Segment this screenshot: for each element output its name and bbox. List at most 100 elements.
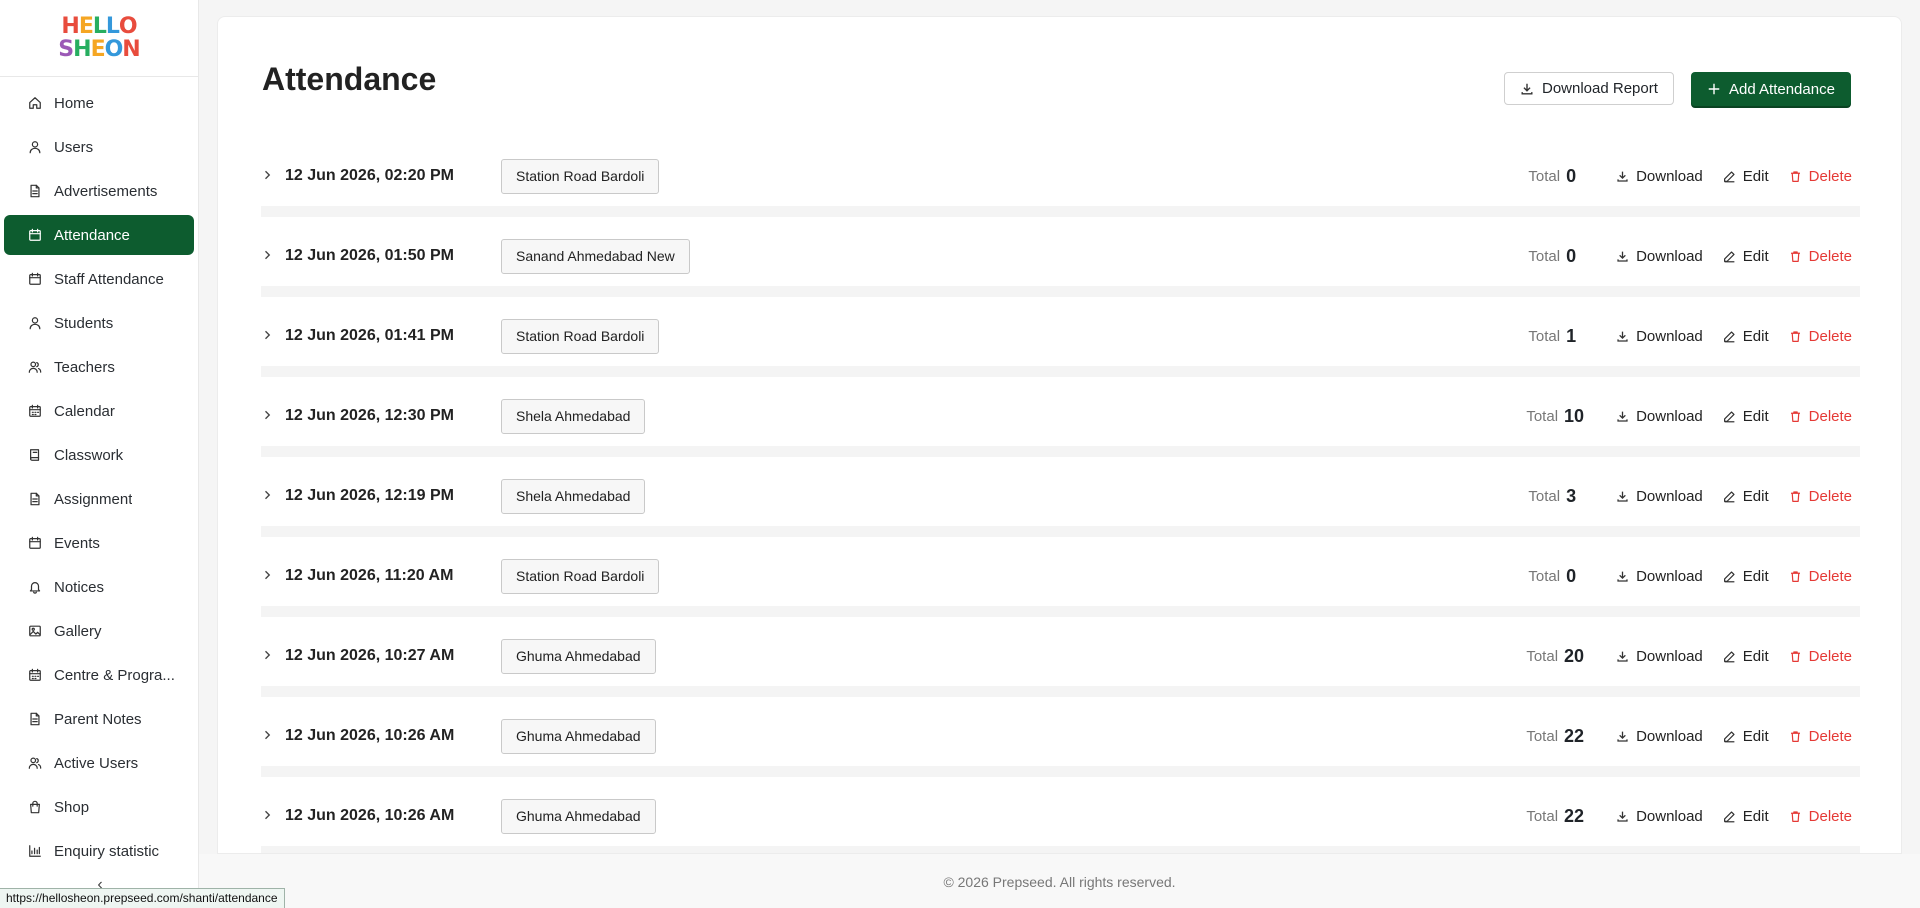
sidebar-item-notices[interactable]: Notices [4,567,194,607]
chevron-right-icon[interactable] [261,169,275,183]
delete-button[interactable]: Delete [1789,408,1852,425]
attendance-row: 12 Jun 2026, 10:27 AM Ghuma Ahmedabad Tota… [261,626,1860,706]
row-actions: Total 22 Download Edit Delete [1526,726,1860,747]
sidebar-item-centre-progra[interactable]: Centre & Progra... [4,655,194,695]
sidebar-item-teachers[interactable]: Teachers [4,347,194,387]
edit-button[interactable]: Edit [1723,408,1769,425]
row-actions: Total 10 Download Edit Delete [1526,406,1860,427]
edit-button[interactable]: Edit [1723,248,1769,265]
attendance-row-header[interactable]: 12 Jun 2026, 01:50 PM Sanand Ahmedabad Ne… [261,226,1860,286]
attendance-datetime: 12 Jun 2026, 01:50 PM [285,247,454,264]
edit-label: Edit [1742,407,1769,425]
edit-button[interactable]: Edit [1723,648,1769,665]
edit-button[interactable]: Edit [1723,488,1769,505]
attendance-row-header[interactable]: 12 Jun 2026, 10:26 AM Ghuma Ahmedabad Tota… [261,786,1860,846]
download-label: Download [1636,487,1703,505]
chevron-right-icon[interactable] [261,409,275,423]
delete-button[interactable]: Delete [1789,248,1852,265]
attendance-row-header[interactable]: 12 Jun 2026, 10:27 AM Ghuma Ahmedabad Tota… [261,626,1860,686]
sidebar-item-enquiry-statistic[interactable]: Enquiry statistic [4,831,194,871]
edit-button[interactable]: Edit [1723,168,1769,185]
row-divider [261,526,1860,537]
delete-button[interactable]: Delete [1789,728,1852,745]
delete-button[interactable]: Delete [1789,168,1852,185]
delete-button[interactable]: Delete [1789,568,1852,585]
download-button[interactable]: Download [1616,568,1703,585]
edit-button[interactable]: Edit [1723,728,1769,745]
edit-button[interactable]: Edit [1723,568,1769,585]
sidebar-item-parent-notes[interactable]: Parent Notes [4,699,194,739]
centre-badge: Sanand Ahmedabad New [501,238,690,274]
row-divider [261,606,1860,617]
total-count: 3 [1566,485,1577,506]
download-button[interactable]: Download [1616,728,1703,745]
attendance-row-header[interactable]: 12 Jun 2026, 01:41 PM Station Road Bardol… [261,306,1860,366]
download-report-button[interactable]: Download Report [1504,72,1674,105]
row-divider [261,286,1860,297]
chevron-right-icon[interactable] [261,729,275,743]
attendance-list: 12 Jun 2026, 02:20 PM Station Road Bardol… [261,146,1860,853]
sidebar-item-label: Classwork [54,446,124,464]
sidebar-item-gallery[interactable]: Gallery [4,611,194,651]
download-button[interactable]: Download [1616,328,1703,345]
chevron-right-icon[interactable] [261,329,275,343]
plus-icon [1707,82,1721,96]
download-button[interactable]: Download [1616,808,1703,825]
download-label: Download [1636,167,1703,185]
download-label: Download [1636,407,1703,425]
row-divider [261,846,1860,853]
download-button[interactable]: Download [1616,248,1703,265]
attendance-row: 12 Jun 2026, 12:19 PM Shela Ahmedabad Tota… [261,466,1860,546]
attendance-row-header[interactable]: 12 Jun 2026, 02:20 PM Station Road Bardol… [261,146,1860,206]
centre-badge: Ghuma Ahmedabad [501,798,656,834]
trash-icon [1789,570,1802,583]
sidebar-item-calendar[interactable]: Calendar [4,391,194,431]
attendance-row-header[interactable]: 12 Jun 2026, 12:19 PM Shela Ahmedabad Tota… [261,466,1860,526]
delete-button[interactable]: Delete [1789,648,1852,665]
hello-sheon-logo: HELLO SHEON [58,15,140,61]
attendance-datetime: 12 Jun 2026, 12:30 PM [285,407,454,424]
edit-button[interactable]: Edit [1723,328,1769,345]
sidebar-item-staff-attendance[interactable]: Staff Attendance [4,259,194,299]
sidebar-item-users[interactable]: Users [4,127,194,167]
download-button[interactable]: Download [1616,168,1703,185]
sidebar-item-active-users[interactable]: Active Users [4,743,194,783]
delete-button[interactable]: Delete [1789,328,1852,345]
chevron-right-icon[interactable] [261,649,275,663]
download-icon [1616,730,1629,743]
pencil-icon [1723,730,1736,743]
chevron-right-icon[interactable] [261,809,275,823]
centre-badge: Station Road Bardoli [501,318,660,354]
download-button[interactable]: Download [1616,648,1703,665]
attendance-row-header[interactable]: 12 Jun 2026, 11:20 AM Station Road Bardol… [261,546,1860,606]
logo-area[interactable]: HELLO SHEON [0,0,198,77]
sidebar-item-classwork[interactable]: Classwork [4,435,194,475]
edit-button[interactable]: Edit [1723,808,1769,825]
sidebar-item-assignment[interactable]: Assignment [4,479,194,519]
add-attendance-button[interactable]: Add Attendance [1691,72,1851,106]
download-button[interactable]: Download [1616,408,1703,425]
sidebar-item-home[interactable]: Home [4,83,194,123]
chevron-right-icon[interactable] [261,489,275,503]
total-label: Total [1528,327,1561,345]
download-label: Download [1636,327,1703,345]
download-icon [1616,170,1629,183]
attendance-row: 12 Jun 2026, 12:30 PM Shela Ahmedabad Tota… [261,386,1860,466]
sidebar-item-shop[interactable]: Shop [4,787,194,827]
row-actions: Total 3 Download Edit Delete [1528,486,1860,507]
sidebar-item-label: Assignment [54,490,133,508]
sidebar-item-advertisements[interactable]: Advertisements [4,171,194,211]
sidebar-item-students[interactable]: Students [4,303,194,343]
delete-button[interactable]: Delete [1789,488,1852,505]
attendance-row-header[interactable]: 12 Jun 2026, 10:26 AM Ghuma Ahmedabad Tota… [261,706,1860,766]
sidebar-item-events[interactable]: Events [4,523,194,563]
sidebar-item-attendance[interactable]: Attendance [4,215,194,255]
delete-button[interactable]: Delete [1789,808,1852,825]
chevron-right-icon[interactable] [261,249,275,263]
download-button[interactable]: Download [1616,488,1703,505]
row-divider [261,206,1860,217]
total-count: 1 [1566,325,1577,346]
attendance-row-header[interactable]: 12 Jun 2026, 12:30 PM Shela Ahmedabad Tota… [261,386,1860,446]
chevron-right-icon[interactable] [261,569,275,583]
main-content: Attendance Download Report Add Attendanc… [217,16,1902,854]
